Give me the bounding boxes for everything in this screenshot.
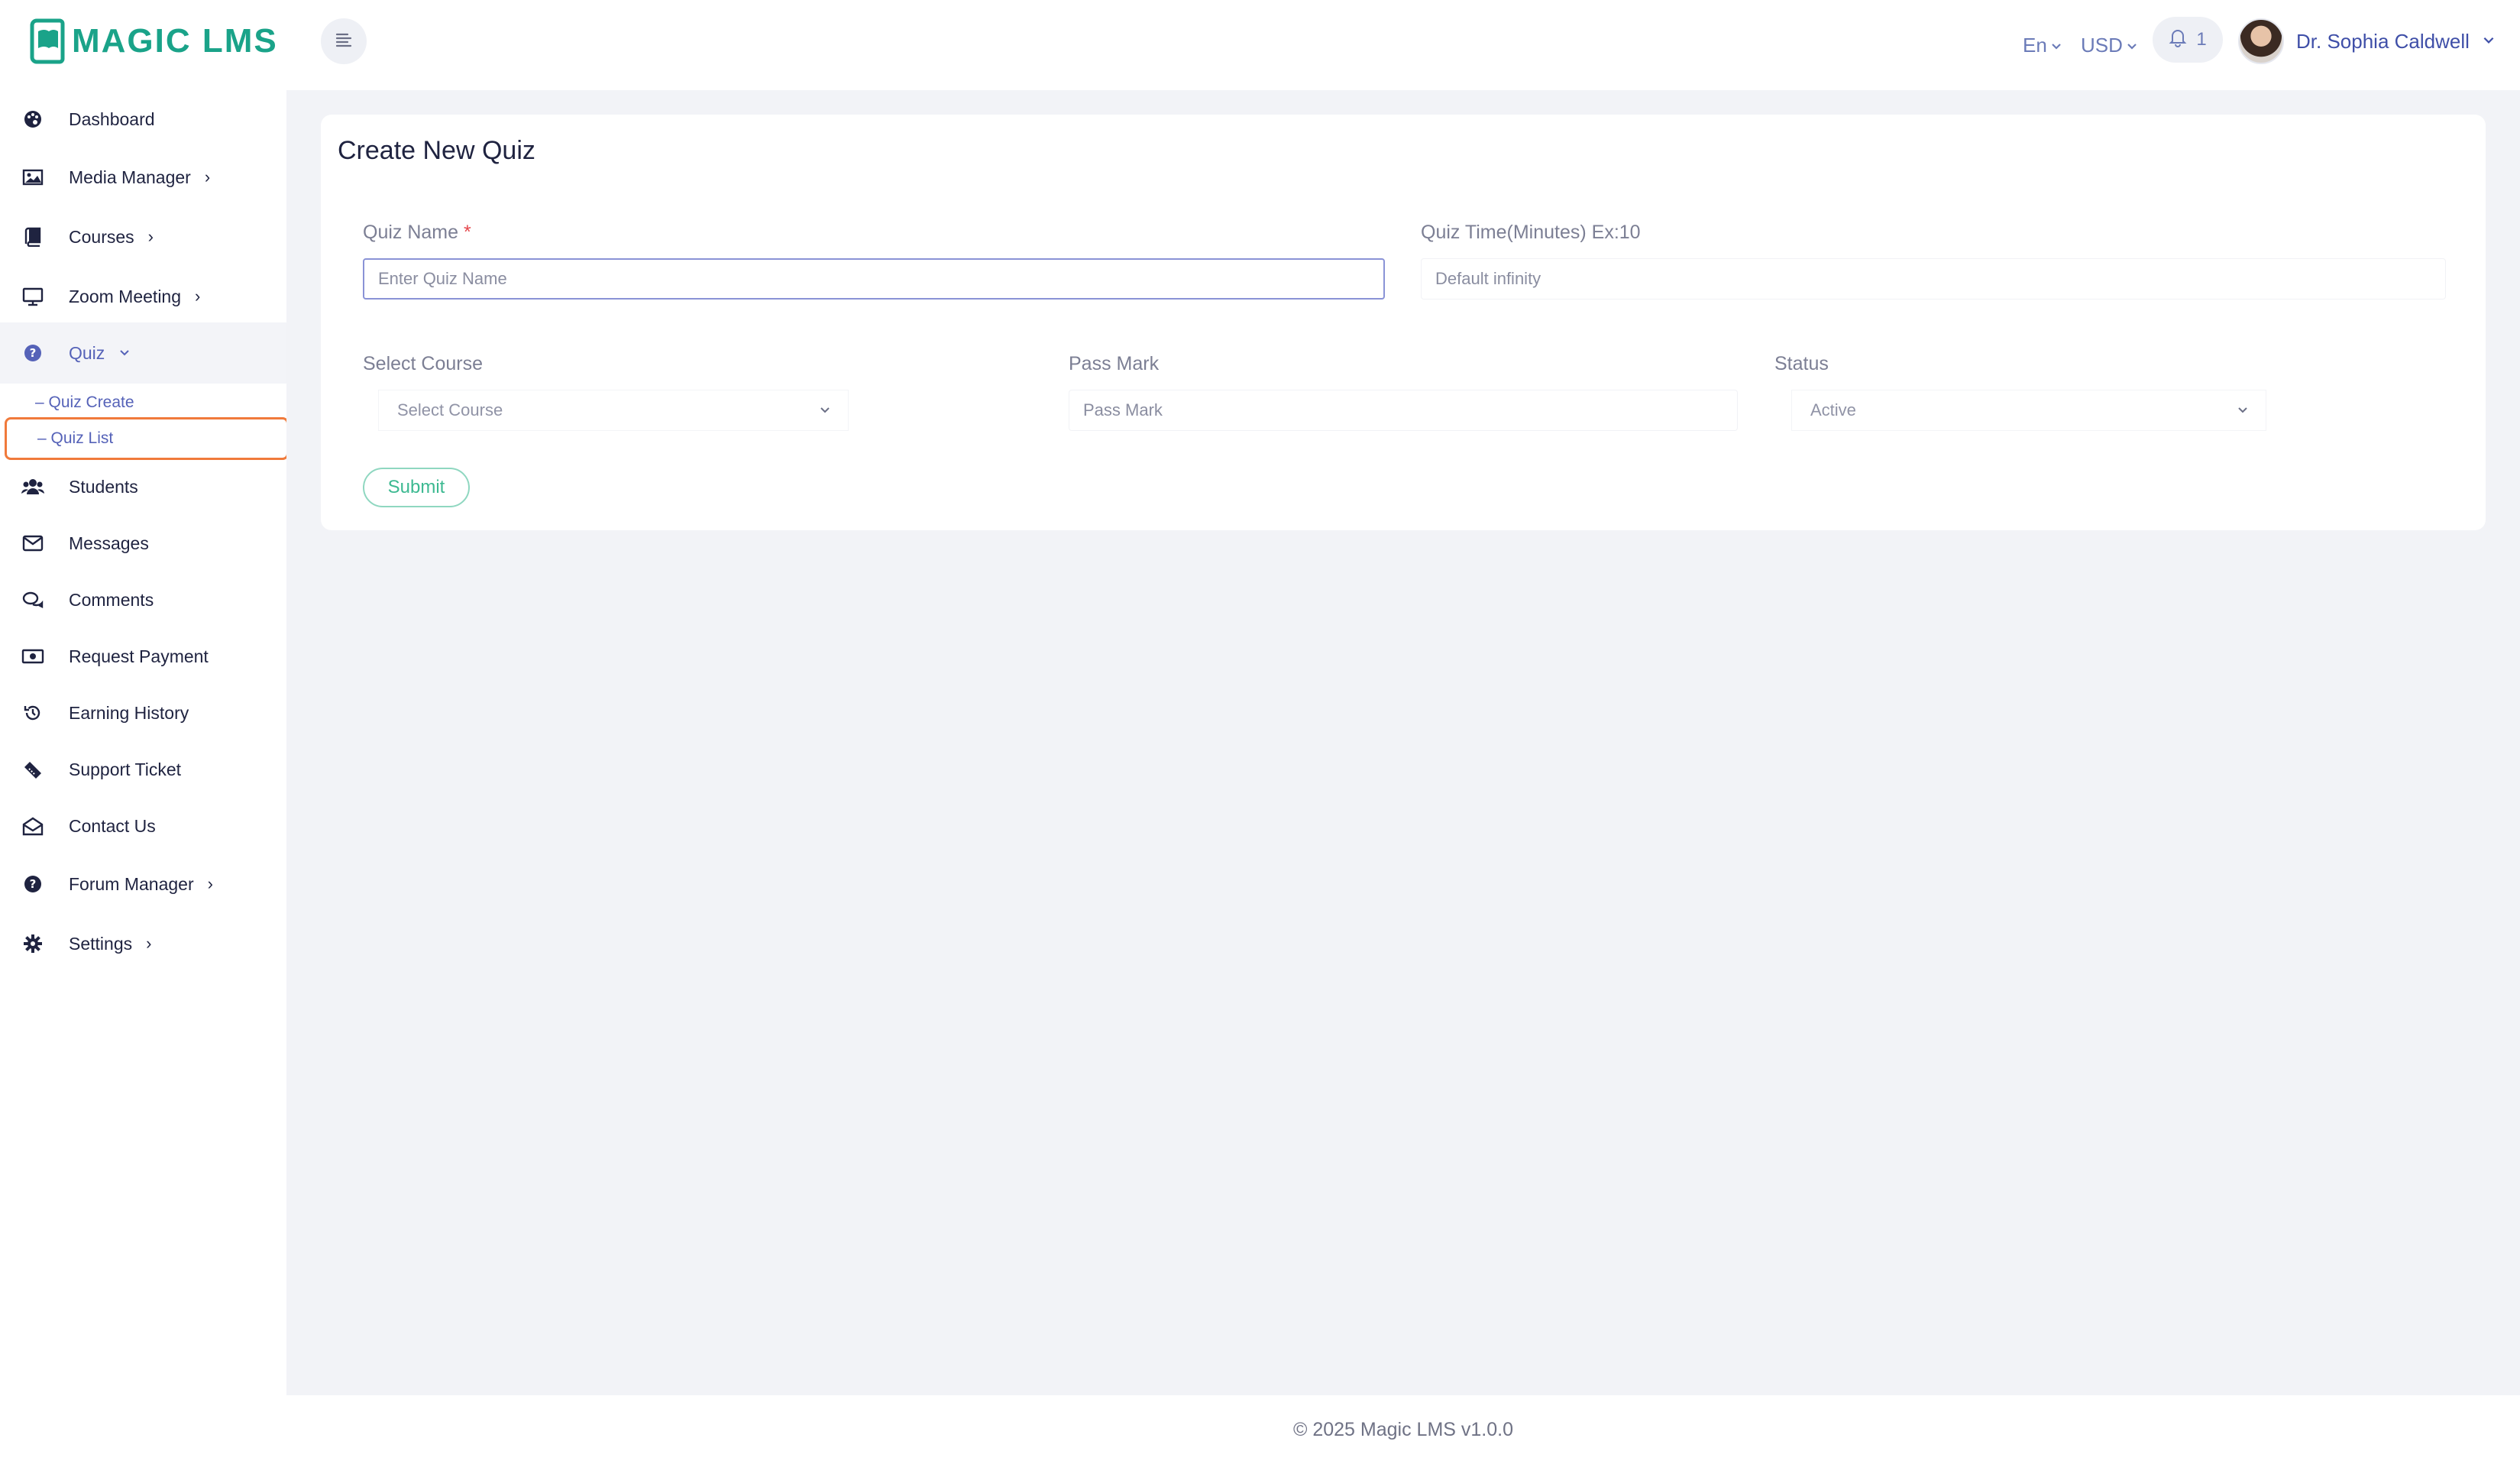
top-header: MAGIC LMS En USD 1 Dr. Sophia Caldwell <box>0 0 2520 90</box>
sidebar-toggle-button[interactable] <box>321 18 367 64</box>
money-bill-icon <box>21 645 44 668</box>
bell-icon <box>2169 28 2187 53</box>
svg-text:?: ? <box>30 877 37 891</box>
brand-logo[interactable]: MAGIC LMS <box>26 17 278 66</box>
notifications-button[interactable]: 1 <box>2153 17 2223 63</box>
svg-text:?: ? <box>30 346 37 360</box>
sidebar-item-comments[interactable]: Comments <box>0 571 286 629</box>
sidebar-item-earning-history[interactable]: Earning History <box>0 684 286 742</box>
status-select[interactable]: Active <box>1791 390 2266 431</box>
sidebar-item-students[interactable]: Students <box>0 458 286 516</box>
sidebar-item-settings[interactable]: Settings › <box>0 915 286 973</box>
question-circle-icon: ? <box>21 342 44 364</box>
sidebar-item-contact-us[interactable]: Contact Us <box>0 797 286 855</box>
sidebar-item-quiz[interactable]: ? Quiz <box>0 322 286 384</box>
sidebar: Dashboard Media Manager › Courses › Zoom… <box>0 90 289 1464</box>
sidebar-item-support-ticket[interactable]: Support Ticket <box>0 740 286 798</box>
main-content: Create New Quiz Quiz Name * Quiz Time(Mi… <box>286 90 2520 1395</box>
course-select[interactable]: Select Course <box>378 390 849 431</box>
gear-icon <box>21 932 44 955</box>
chevron-right-icon: › <box>207 874 213 893</box>
quiz-name-label: Quiz Name * <box>363 222 471 244</box>
footer: © 2025 Magic LMS v1.0.0 <box>286 1395 2520 1464</box>
user-name: Dr. Sophia Caldwell <box>2296 29 2470 53</box>
history-icon <box>21 701 44 724</box>
sidebar-item-label: Zoom Meeting <box>69 286 182 306</box>
chevron-down-icon <box>2050 34 2062 57</box>
envelope-icon <box>21 532 44 555</box>
chevron-right-icon: › <box>195 287 201 306</box>
status-label: Status <box>1774 353 1829 374</box>
sidebar-item-label: Courses <box>69 226 134 247</box>
sidebar-item-messages[interactable]: Messages <box>0 514 286 572</box>
create-quiz-card: Create New Quiz Quiz Name * Quiz Time(Mi… <box>321 115 2486 530</box>
page-title: Create New Quiz <box>338 136 535 165</box>
sidebar-item-label: Settings <box>69 933 133 954</box>
sidebar-item-label: Contact Us <box>69 815 156 836</box>
sidebar-item-request-payment[interactable]: Request Payment <box>0 627 286 685</box>
sidebar-item-zoom-meeting[interactable]: Zoom Meeting › <box>0 267 286 326</box>
avatar <box>2238 18 2284 64</box>
notification-count: 1 <box>2196 29 2207 50</box>
image-icon <box>21 166 44 189</box>
chevron-right-icon: › <box>204 167 211 186</box>
sidebar-subitem-quiz-create[interactable]: – Quiz Create <box>5 384 289 422</box>
sidebar-item-label: Support Ticket <box>69 759 182 779</box>
sidebar-item-dashboard[interactable]: Dashboard <box>0 90 286 148</box>
copyright-text: © 2025 Magic LMS v1.0.0 <box>1292 1418 1513 1440</box>
language-value: En <box>2023 33 2047 57</box>
pass-mark-input[interactable] <box>1069 390 1738 431</box>
sidebar-item-label: Comments <box>69 589 154 610</box>
submit-button[interactable]: Submit <box>363 468 470 507</box>
user-menu[interactable]: Dr. Sophia Caldwell <box>2238 17 2496 66</box>
sidebar-item-label: Media Manager <box>69 167 191 187</box>
quiz-name-label-text: Quiz Name <box>363 222 459 243</box>
users-icon <box>21 475 44 498</box>
ticket-icon <box>21 758 44 781</box>
brand-name: MAGIC LMS <box>72 22 278 60</box>
sidebar-item-label: Request Payment <box>69 646 209 666</box>
language-select[interactable]: En <box>2023 34 2062 57</box>
sidebar-item-courses[interactable]: Courses › <box>0 208 286 266</box>
sidebar-item-label: Messages <box>69 533 149 553</box>
comments-icon <box>21 588 44 611</box>
currency-value: USD <box>2081 33 2123 57</box>
status-select-value: Active <box>1810 400 1856 419</box>
pass-mark-label: Pass Mark <box>1069 353 1160 374</box>
question-circle-icon: ? <box>21 873 44 896</box>
required-mark: * <box>464 222 471 243</box>
chevron-right-icon: › <box>147 227 154 246</box>
chevron-down-icon <box>2482 33 2496 50</box>
sidebar-item-label: Dashboard <box>69 109 155 129</box>
sidebar-item-label: Quiz <box>69 342 105 363</box>
course-select-value: Select Course <box>397 400 503 419</box>
logo-book-icon <box>26 18 66 65</box>
palette-icon <box>21 108 44 131</box>
menu-lines-icon <box>334 30 354 53</box>
quiz-name-input[interactable] <box>363 258 1385 300</box>
book-icon <box>21 225 44 248</box>
sidebar-subitem-quiz-list[interactable]: – Quiz List <box>5 417 289 460</box>
chevron-right-icon: › <box>146 934 152 953</box>
quiz-time-input[interactable] <box>1421 258 2446 300</box>
quiz-time-label: Quiz Time(Minutes) Ex:10 <box>1421 222 1641 243</box>
sidebar-item-forum-manager[interactable]: ? Forum Manager › <box>0 855 286 913</box>
chevron-down-icon <box>2126 34 2138 57</box>
currency-select[interactable]: USD <box>2081 34 2138 57</box>
chevron-down-icon <box>118 343 131 363</box>
sidebar-item-label: Students <box>69 476 138 497</box>
sidebar-item-label: Earning History <box>69 702 189 723</box>
sidebar-item-label: Forum Manager <box>69 873 194 894</box>
chevron-down-icon <box>819 400 831 420</box>
course-label: Select Course <box>363 353 484 374</box>
chevron-down-icon <box>2237 400 2249 420</box>
monitor-icon <box>21 285 44 308</box>
sidebar-item-media-manager[interactable]: Media Manager › <box>0 148 286 206</box>
envelope-open-icon <box>21 815 44 837</box>
